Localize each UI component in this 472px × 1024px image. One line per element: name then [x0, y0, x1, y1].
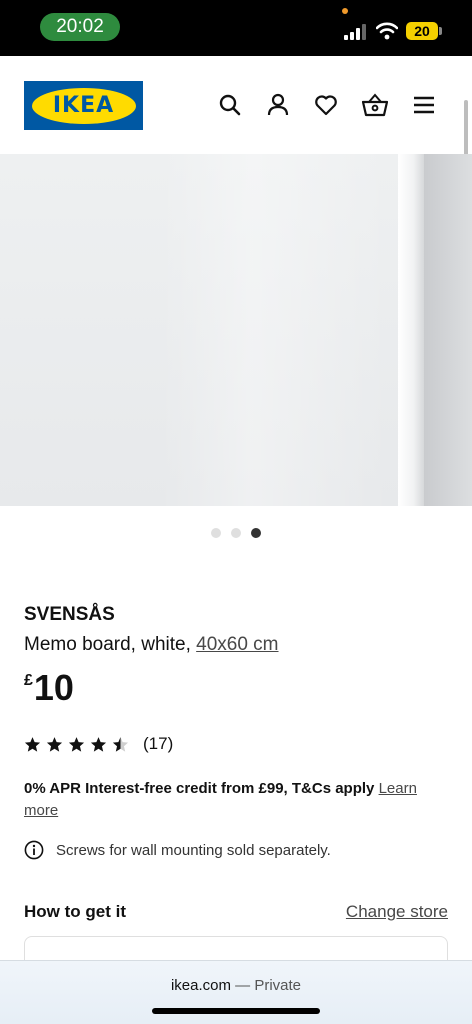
browser-url: ikea.com — Private [0, 977, 472, 994]
product-description: Memo board, white, 40x60 cm [24, 634, 279, 656]
star-half-icon [112, 736, 129, 752]
product-image[interactable] [0, 154, 472, 506]
change-store-link[interactable]: Change store [346, 902, 448, 922]
battery-cap [439, 27, 442, 35]
signal-icon [344, 24, 366, 40]
rating-stars [24, 736, 129, 753]
mounting-notice-text: Screws for wall mounting sold separately… [56, 841, 331, 859]
browser-separator: — [231, 977, 255, 994]
search-icon[interactable] [217, 92, 243, 118]
product-name: SVENSÅS [24, 604, 115, 625]
battery-icon: 20 [406, 22, 438, 40]
how-to-get-it-heading: How to get it [24, 902, 126, 921]
gallery-dot[interactable] [231, 528, 241, 538]
price-amount: 10 [33, 667, 74, 708]
browser-private-label: Private [254, 977, 302, 994]
basket-icon[interactable] [362, 92, 388, 118]
rating-count: (17) [143, 734, 174, 753]
status-time: 20:02 [40, 13, 120, 41]
home-indicator[interactable] [152, 1008, 320, 1014]
star-full-icon [90, 736, 107, 752]
info-icon [24, 840, 44, 860]
wifi-icon [376, 22, 398, 40]
memo-board-highlight [160, 154, 390, 506]
gallery-dot[interactable] [211, 528, 221, 538]
star-full-icon [68, 736, 85, 752]
gallery-pagination [211, 528, 261, 538]
privacy-indicator-dot [342, 8, 348, 14]
product-description-text: Memo board, white, [24, 634, 197, 655]
ikea-logo[interactable]: IKEA [24, 81, 143, 130]
logo-oval: IKEA [31, 87, 136, 124]
credit-offer: 0% APR Interest-free credit from £99, T&… [24, 778, 444, 822]
price-currency: £ [24, 672, 33, 689]
menu-icon[interactable] [411, 92, 437, 118]
wall-background [424, 154, 472, 506]
account-icon[interactable] [265, 92, 291, 118]
memo-board-edge [398, 154, 424, 506]
favourites-heart-icon[interactable] [313, 92, 339, 118]
site-header: IKEA [0, 56, 472, 154]
logo-text: IKEA [52, 93, 115, 118]
product-size-link[interactable]: 40x60 cm [196, 634, 278, 655]
product-price: £ 10 [24, 668, 74, 708]
gallery-dot-active[interactable] [251, 528, 261, 538]
browser-domain: ikea.com [170, 977, 231, 994]
star-full-icon [24, 736, 41, 752]
mounting-notice: Screws for wall mounting sold separately… [24, 840, 331, 860]
credit-offer-text: 0% APR Interest-free credit from £99, T&… [24, 780, 375, 797]
product-rating[interactable]: (17) [24, 734, 173, 754]
star-full-icon [46, 736, 63, 752]
status-bar: 20:02 20 [0, 0, 472, 56]
browser-address-bar[interactable]: ikea.com — Private [0, 960, 472, 1024]
